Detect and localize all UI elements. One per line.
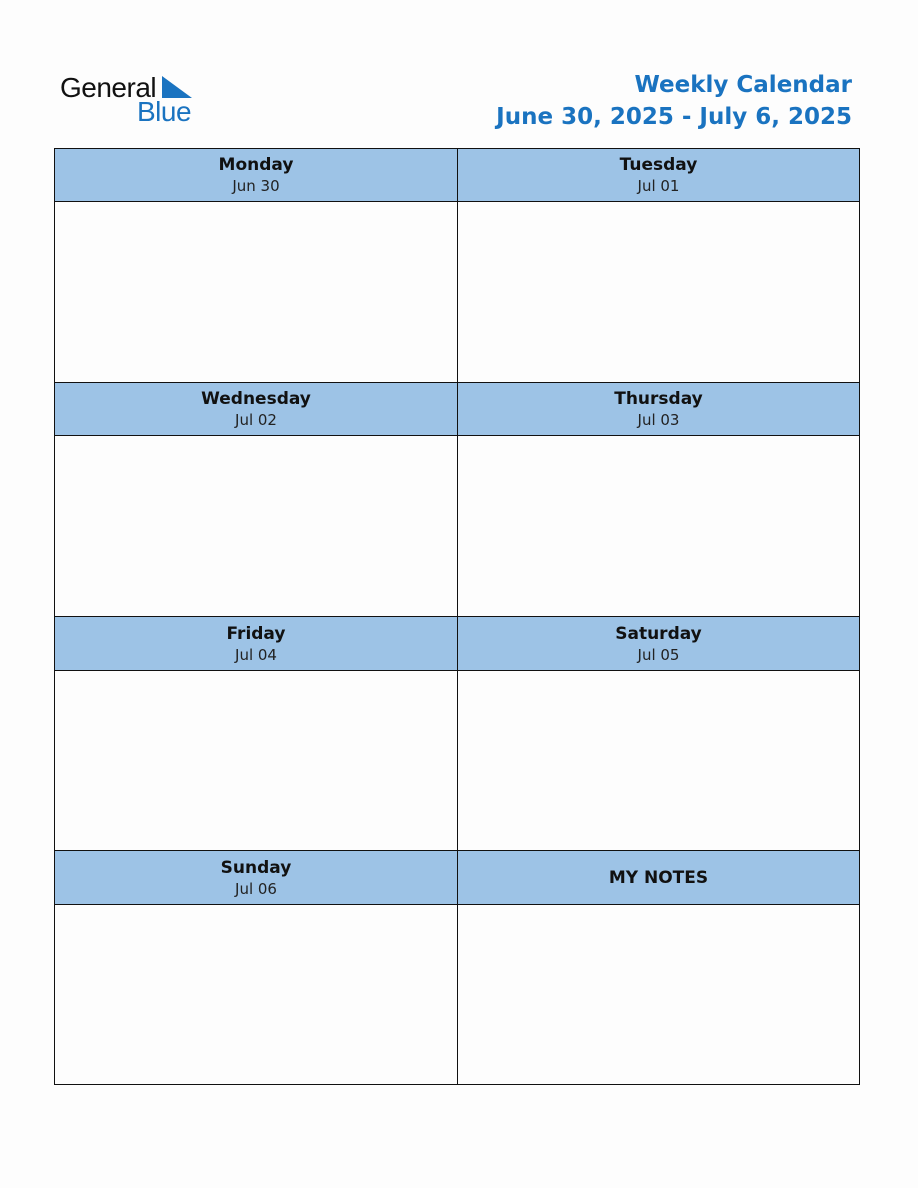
- notes-body[interactable]: [458, 905, 859, 1084]
- calendar-title: Weekly Calendar: [634, 72, 852, 98]
- day-date: Jul 06: [235, 879, 277, 898]
- calendar-date-range: June 30, 2025 - July 6, 2025: [496, 104, 852, 130]
- day-name: Tuesday: [619, 155, 698, 175]
- day-name: Saturday: [615, 623, 702, 644]
- day-body-wednesday[interactable]: [55, 436, 458, 617]
- day-header-thursday: Thursday Jul 03: [458, 383, 859, 436]
- day-header-saturday: Saturday Jul 05: [458, 617, 859, 671]
- day-date: Jul 03: [637, 411, 680, 429]
- day-body-sunday[interactable]: [55, 905, 458, 1084]
- day-date: Jul 01: [637, 177, 680, 195]
- day-body-saturday[interactable]: [458, 671, 859, 851]
- day-body-friday[interactable]: [55, 671, 458, 851]
- day-name: Monday: [218, 155, 294, 175]
- day-header-tuesday: Tuesday Jul 01: [458, 149, 859, 202]
- day-header-sunday: Sunday Jul 06: [55, 851, 458, 905]
- logo-word-blue: Blue: [137, 96, 192, 127]
- calendar-title-block: Weekly Calendar June 30, 2025 - July 6, …: [496, 70, 852, 134]
- general-blue-logo: General Blue: [60, 70, 210, 130]
- day-name: Thursday: [614, 389, 703, 409]
- day-name: Wednesday: [201, 389, 311, 409]
- notes-title: MY NOTES: [608, 867, 709, 888]
- day-name: Sunday: [220, 857, 292, 878]
- day-name: Friday: [226, 623, 286, 644]
- notes-header: MY NOTES: [458, 851, 859, 905]
- day-date: Jul 05: [637, 645, 680, 664]
- day-body-tuesday[interactable]: [458, 202, 859, 383]
- weekly-calendar-grid: Monday Jun 30 Tuesday Jul 01 Wednesday J…: [54, 148, 860, 1085]
- day-header-wednesday: Wednesday Jul 02: [55, 383, 458, 436]
- day-body-monday[interactable]: [55, 202, 458, 383]
- day-date: Jul 04: [235, 645, 277, 664]
- day-date: Jun 30: [232, 177, 280, 195]
- day-header-friday: Friday Jul 04: [55, 617, 458, 671]
- day-date: Jul 02: [235, 411, 277, 429]
- day-header-monday: Monday Jun 30: [55, 149, 458, 202]
- day-body-thursday[interactable]: [458, 436, 859, 617]
